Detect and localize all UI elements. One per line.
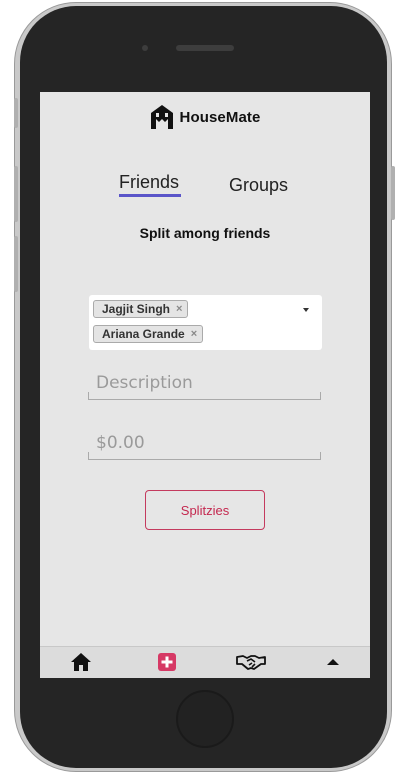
brand-name: HouseMate (179, 108, 261, 126)
add-icon (158, 653, 176, 671)
tab-groups[interactable]: Groups (229, 175, 288, 196)
friend-multiselect[interactable]: Jagjit Singh × Ariana Grande × (89, 295, 322, 350)
house-logo-icon (150, 105, 173, 129)
volume-up-button (14, 166, 18, 222)
power-button (391, 166, 395, 220)
active-tab-indicator (119, 194, 181, 197)
home-button (176, 690, 234, 748)
amount-field (88, 428, 321, 460)
nav-home[interactable] (69, 651, 93, 673)
chip-label: Jagjit Singh (102, 302, 171, 316)
remove-chip-icon[interactable]: × (191, 328, 197, 340)
mute-switch (14, 98, 18, 128)
splitzies-button[interactable]: Splitzies (145, 490, 265, 530)
volume-down-button (14, 236, 18, 292)
input-underline (88, 452, 321, 460)
app-screen: HouseMate Friends Groups Split among fri… (40, 92, 370, 678)
handshake-icon (236, 655, 266, 670)
earpiece-speaker (176, 45, 234, 51)
chip-label: Ariana Grande (102, 327, 185, 341)
selected-friend-chip: Ariana Grande × (93, 325, 204, 343)
home-icon (71, 653, 91, 671)
bottom-nav (40, 646, 370, 678)
nav-splits[interactable] (236, 651, 266, 673)
dropdown-caret-icon[interactable] (303, 308, 309, 312)
description-field (88, 368, 321, 400)
front-camera (142, 45, 148, 51)
tab-friends[interactable]: Friends (119, 172, 179, 193)
caret-up-icon (327, 659, 339, 665)
selected-friend-chip: Jagjit Singh × (93, 300, 189, 318)
remove-chip-icon[interactable]: × (176, 303, 182, 315)
nav-more[interactable] (321, 651, 345, 673)
brand-header: HouseMate (40, 104, 370, 130)
nav-add[interactable] (155, 651, 179, 673)
page-subtitle: Split among friends (139, 225, 271, 241)
input-underline (88, 392, 321, 400)
